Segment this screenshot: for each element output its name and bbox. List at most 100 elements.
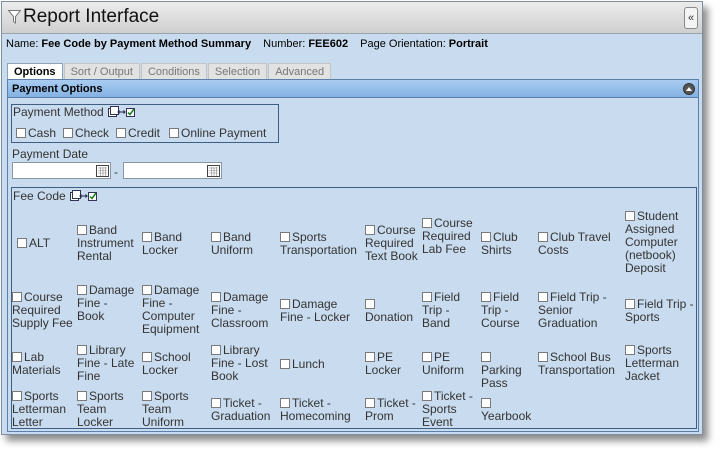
fee-code-option[interactable]: Ticket - Prom	[365, 397, 421, 423]
checkbox[interactable]	[116, 128, 126, 138]
fee-code-option[interactable]: Sports Letterman Jacket	[625, 344, 695, 383]
checkbox[interactable]	[365, 398, 375, 408]
checkbox[interactable]	[142, 352, 152, 362]
checkbox[interactable]	[211, 345, 221, 355]
fee-code-option[interactable]: Course Required Lab Fee	[422, 217, 476, 256]
checkbox[interactable]	[365, 352, 375, 362]
checkbox[interactable]	[365, 299, 375, 309]
fee-code-option[interactable]: Donation	[365, 298, 420, 324]
fee-code-option[interactable]: Sports Letterman Letter	[12, 390, 72, 429]
checkbox[interactable]	[12, 292, 22, 302]
fee-code-option[interactable]: Course Required Text Book	[365, 224, 422, 263]
calendar-icon[interactable]	[96, 164, 109, 177]
date-separator: -	[114, 165, 118, 179]
checkbox[interactable]	[481, 292, 491, 302]
fee-code-option[interactable]: Club Shirts	[481, 231, 531, 257]
payment-method-cash[interactable]: Cash	[16, 127, 56, 140]
fee-code-option[interactable]: Field Trip - Course	[481, 291, 531, 330]
checkbox[interactable]	[169, 128, 179, 138]
fee-code-option[interactable]: School Locker	[142, 351, 202, 377]
collapse-up-icon[interactable]	[683, 83, 695, 95]
calendar-icon[interactable]	[207, 164, 220, 177]
fee-code-option[interactable]: ALT	[17, 237, 72, 250]
checkbox[interactable]	[16, 128, 26, 138]
checkbox[interactable]	[280, 299, 290, 309]
checkbox[interactable]	[422, 391, 432, 401]
checkbox[interactable]	[142, 285, 152, 295]
fee-code-option[interactable]: Field Trip - Sports	[625, 298, 695, 324]
checkbox[interactable]	[481, 232, 491, 242]
checkbox[interactable]	[625, 211, 635, 221]
checkbox[interactable]	[77, 345, 87, 355]
checkbox[interactable]	[481, 398, 491, 408]
checkbox[interactable]	[142, 391, 152, 401]
fee-code-option[interactable]: Student Assigned Computer (netbook) Depo…	[625, 210, 693, 275]
checkbox[interactable]	[211, 292, 221, 302]
fee-code-option[interactable]: Library Fine - Lost Book	[211, 344, 275, 383]
fee-code-option[interactable]: Parking Pass	[481, 351, 531, 390]
payment-date-to[interactable]	[123, 162, 222, 179]
checkbox[interactable]	[625, 345, 635, 355]
fee-code-option[interactable]: PE Locker	[365, 351, 415, 377]
fee-code-option[interactable]: School Bus Transportation	[538, 351, 622, 377]
tab-selection[interactable]: Selection	[207, 63, 268, 80]
select-all-icon[interactable]	[70, 190, 98, 203]
select-all-icon[interactable]	[108, 106, 136, 119]
fee-code-option[interactable]: Ticket - Homecoming	[280, 397, 360, 423]
payment-method-credit[interactable]: Credit	[116, 127, 160, 140]
checkbox[interactable]	[77, 225, 87, 235]
fee-code-option[interactable]: Band Instrument Rental	[77, 224, 137, 263]
fee-code-option[interactable]: Sports Transportation	[280, 231, 363, 257]
fee-code-option[interactable]: Damage Fine - Classroom	[211, 291, 275, 330]
checkbox[interactable]	[625, 299, 635, 309]
report-info: Name: Fee Code by Payment Method Summary …	[6, 38, 488, 50]
checkbox[interactable]	[77, 285, 87, 295]
checkbox[interactable]	[481, 352, 491, 362]
checkbox[interactable]	[63, 128, 73, 138]
fee-code-option[interactable]: PE Uniform	[422, 351, 472, 377]
fee-code-option[interactable]: Library Fine - Late Fine	[77, 344, 137, 383]
fee-code-option[interactable]: Damage Fine - Book	[77, 284, 137, 323]
checkbox[interactable]	[12, 391, 22, 401]
checkbox[interactable]	[280, 398, 290, 408]
checkbox[interactable]	[211, 232, 221, 242]
payment-method-check[interactable]: Check	[63, 127, 109, 140]
fee-code-option[interactable]: Lunch	[280, 358, 360, 371]
checkbox[interactable]	[538, 292, 548, 302]
checkbox[interactable]	[422, 352, 432, 362]
checkbox[interactable]	[422, 218, 432, 228]
checkbox[interactable]	[538, 232, 548, 242]
funnel-icon[interactable]	[8, 10, 21, 24]
checkbox[interactable]	[280, 232, 290, 242]
double-chevron-left-icon[interactable]: «	[684, 7, 698, 29]
fee-code-option[interactable]: Yearbook	[481, 397, 536, 423]
tab-advanced[interactable]: Advanced	[268, 63, 332, 80]
fee-code-option[interactable]: Damage Fine - Computer Equipment	[142, 284, 207, 336]
tab-conditions[interactable]: Conditions	[140, 63, 207, 80]
fee-code-option[interactable]: Damage Fine - Locker	[280, 298, 360, 324]
report-number: FEE602	[308, 38, 349, 50]
checkbox[interactable]	[211, 398, 221, 408]
fee-code-option[interactable]: Sports Team Uniform	[142, 390, 202, 429]
tab-sort-output[interactable]: Sort / Output	[63, 63, 140, 80]
checkbox[interactable]	[365, 225, 375, 235]
fee-code-option[interactable]: Sports Team Locker	[77, 390, 137, 429]
checkbox[interactable]	[77, 391, 87, 401]
fee-code-option[interactable]: Field Trip - Senior Graduation	[538, 291, 620, 330]
payment-date-from[interactable]	[12, 162, 111, 179]
checkbox[interactable]	[538, 352, 548, 362]
fee-code-option[interactable]: Course Required Supply Fee	[12, 291, 78, 330]
fee-code-option[interactable]: Field Trip - Band	[422, 291, 472, 330]
payment-method-online[interactable]: Online Payment	[169, 127, 266, 140]
checkbox[interactable]	[280, 359, 290, 369]
fee-code-option[interactable]: Band Uniform	[211, 231, 271, 257]
fee-code-option[interactable]: Band Locker	[142, 231, 202, 257]
fee-code-option[interactable]: Ticket - Sports Event	[422, 390, 474, 429]
checkbox[interactable]	[12, 352, 22, 362]
checkbox[interactable]	[142, 232, 152, 242]
fee-code-option[interactable]: Club Travel Costs	[538, 231, 620, 257]
checkbox[interactable]	[17, 238, 27, 248]
checkbox[interactable]	[422, 292, 432, 302]
fee-code-option[interactable]: Lab Materials	[12, 351, 72, 377]
fee-code-option[interactable]: Ticket - Graduation	[211, 397, 275, 423]
